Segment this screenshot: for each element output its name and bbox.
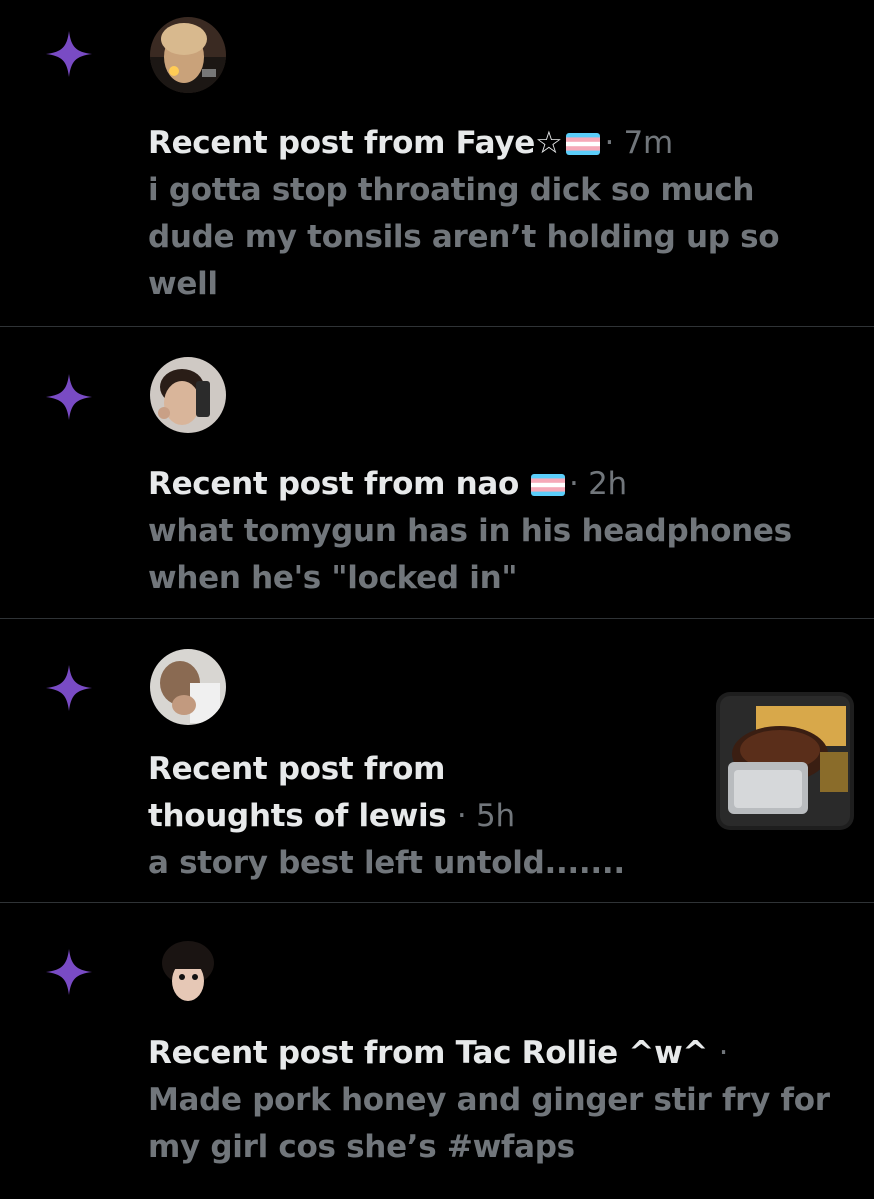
body-line: Made pork honey and ginger stir fry for xyxy=(148,1082,830,1118)
notification-body: what tomygun has in his headphones when … xyxy=(148,508,792,602)
trans-flag-icon xyxy=(566,133,601,155)
notification-body: i gotta stop throating dick so much dude… xyxy=(148,167,780,308)
body-line: my girl cos she’s #wfaps xyxy=(148,1129,575,1165)
notification-body: Made pork honey and ginger stir fry for … xyxy=(148,1077,830,1171)
body-line: well xyxy=(148,266,218,302)
sparkle-icon xyxy=(44,663,94,713)
sparkle-icon xyxy=(44,372,94,422)
notification-heading: Recent post from nao · 2h xyxy=(148,461,792,508)
avatar[interactable] xyxy=(150,17,226,93)
notification-time: · 7m xyxy=(604,125,673,161)
notification-item[interactable]: Recent post from Tac Rollie ^w^ · Made p… xyxy=(0,903,874,1199)
body-line: i gotta stop throating dick so much xyxy=(148,172,755,208)
notification-time: · xyxy=(718,1035,729,1071)
post-thumbnail[interactable] xyxy=(716,692,854,830)
notification-title[interactable]: Recent post from Tac Rollie ^w^ xyxy=(148,1035,708,1071)
sparkle-icon xyxy=(44,29,94,79)
notification-time: · 2h xyxy=(568,466,627,502)
notification-item[interactable]: Recent post from nao · 2h what tomygun ha… xyxy=(0,327,874,619)
trans-flag-icon xyxy=(530,474,565,496)
body-line: a story best left untold....... xyxy=(148,845,625,881)
body-line: when he's "locked in" xyxy=(148,560,518,596)
notification-title[interactable]: Recent post from xyxy=(148,746,625,793)
body-line: what tomygun has in his headphones xyxy=(148,513,792,549)
notification-body: a story best left untold....... xyxy=(148,840,625,887)
notification-author[interactable]: thoughts of lewis xyxy=(148,798,447,834)
notification-item[interactable]: Recent post from Faye☆ · 7m i gotta stop … xyxy=(0,0,874,327)
notification-heading: Recent post from Faye☆ · 7m xyxy=(148,120,779,167)
notification-item[interactable]: Recent post from thoughts of lewis · 5h … xyxy=(0,619,874,903)
notification-heading: Recent post from thoughts of lewis · 5h xyxy=(148,746,625,840)
notifications-feed: Recent post from Faye☆ · 7m i gotta stop … xyxy=(0,0,874,1199)
body-line: dude my tonsils aren’t holding up so xyxy=(148,219,780,255)
notification-title[interactable]: Recent post from nao xyxy=(148,466,519,502)
notification-time: · 5h xyxy=(456,798,515,834)
avatar[interactable] xyxy=(150,357,226,433)
avatar[interactable] xyxy=(150,649,226,725)
notification-heading: Recent post from Tac Rollie ^w^ · xyxy=(148,1030,830,1077)
sparkle-icon xyxy=(44,947,94,997)
notification-title[interactable]: Recent post from Faye☆ xyxy=(148,125,563,161)
avatar[interactable] xyxy=(150,933,226,1009)
